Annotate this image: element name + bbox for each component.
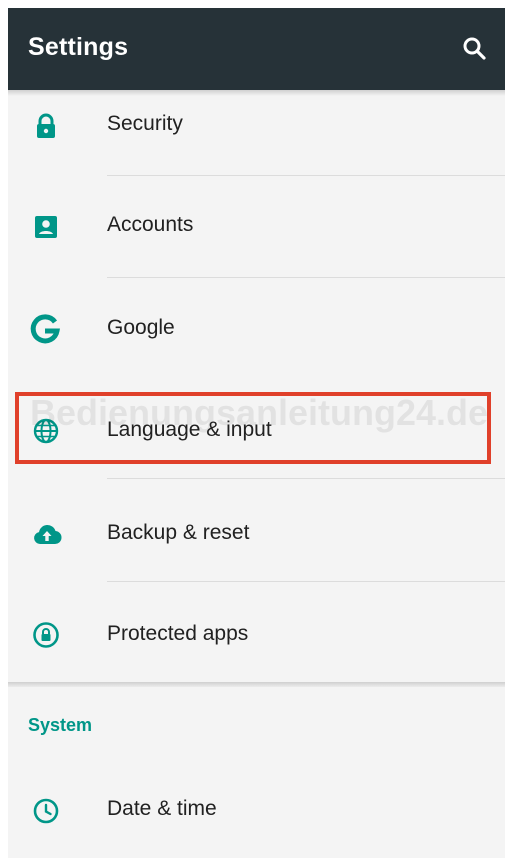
settings-item-label: Security: [107, 112, 183, 135]
settings-item-accounts[interactable]: Accounts: [8, 176, 505, 278]
search-button[interactable]: [460, 34, 490, 64]
settings-item-label: Accounts: [107, 213, 194, 236]
section-header-system: System: [28, 715, 93, 735]
cloud-upload-icon: [34, 525, 62, 545]
settings-item-backup-reset[interactable]: Backup & reset: [8, 480, 505, 582]
settings-item-date-time[interactable]: Date & time: [8, 758, 505, 858]
settings-item-security[interactable]: Security: [8, 74, 505, 176]
settings-item-label: Backup & reset: [107, 521, 250, 544]
clock-icon: [33, 798, 59, 824]
settings-item-protected-apps[interactable]: Protected apps: [8, 582, 505, 684]
protected-lock-icon: [33, 622, 59, 648]
lock-icon: [37, 113, 55, 138]
settings-item-google[interactable]: Google: [8, 278, 505, 380]
google-g-icon: [30, 314, 60, 344]
page-title: Settings: [28, 33, 129, 61]
settings-item-label: Date & time: [107, 797, 217, 820]
globe-icon: [33, 418, 59, 444]
settings-item-label: Google: [107, 316, 175, 339]
section-divider: [8, 682, 505, 687]
settings-item-language-input[interactable]: Language & input: [8, 380, 505, 482]
settings-screen: Settings Security Accounts Google Langua…: [8, 8, 505, 858]
settings-item-label: Language & input: [107, 418, 272, 441]
settings-item-label: Protected apps: [107, 622, 249, 645]
divider: [107, 478, 505, 479]
account-box-icon: [35, 216, 57, 238]
search-icon: [463, 37, 486, 60]
